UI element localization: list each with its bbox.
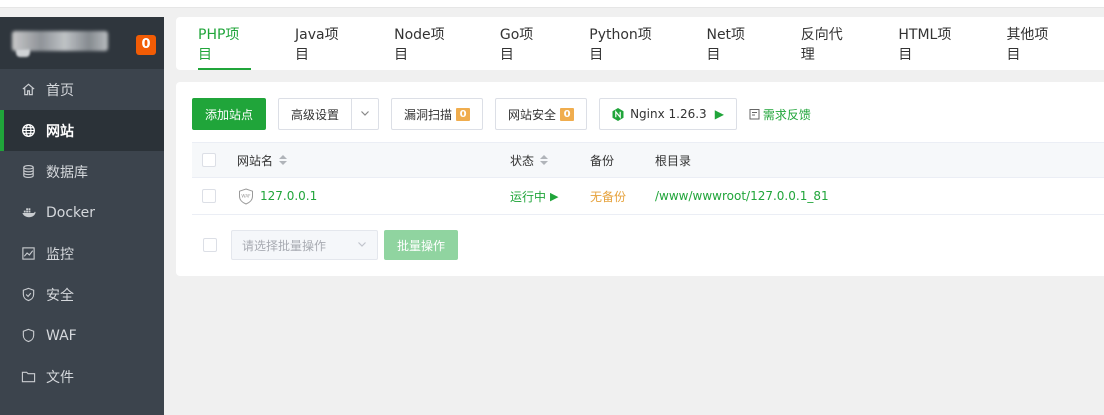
header-backup: 备份 <box>590 143 614 177</box>
sidebar: 0 首页 网站 数据库 Docker 监控 安全 WAF 文件 <box>0 17 164 415</box>
sort-icon <box>279 155 288 165</box>
database-icon <box>20 164 36 180</box>
sidebar-item-home[interactable]: 首页 <box>0 69 164 110</box>
header-status[interactable]: 状态 <box>510 143 549 177</box>
batch-operation-select[interactable]: 请选择批量操作 <box>231 230 378 260</box>
globe-icon <box>20 123 36 139</box>
logo-blurred <box>16 49 30 57</box>
browser-top-strip <box>0 0 1104 8</box>
tab-node[interactable]: Node项目 <box>394 17 456 70</box>
sort-icon <box>540 155 549 165</box>
tab-php[interactable]: PHP项目 <box>198 17 252 70</box>
edit-note-icon <box>749 109 760 120</box>
header-backup-label: 备份 <box>590 153 615 168</box>
site-root-cell: /www/wwwroot/127.0.0.1_81 <box>655 178 829 214</box>
add-site-button[interactable]: 添加站点 <box>192 98 267 130</box>
feedback-label: 需求反馈 <box>762 107 811 122</box>
site-root-link[interactable]: /www/wwwroot/127.0.0.1_81 <box>655 189 829 203</box>
batch-operation-button[interactable]: 批量操作 <box>384 230 459 260</box>
sidebar-item-docker[interactable]: Docker <box>0 192 164 233</box>
play-icon: ▶ <box>550 189 559 203</box>
notification-badge[interactable]: 0 <box>136 35 156 55</box>
table-header: 网站名 状态 备份 根目录 <box>192 142 1104 178</box>
docker-icon <box>20 205 36 221</box>
sidebar-item-label: WAF <box>46 327 77 344</box>
sidebar-item-label: 文件 <box>46 369 74 386</box>
tab-java[interactable]: Java项目 <box>295 17 350 70</box>
header-status-label: 状态 <box>510 153 535 168</box>
vuln-scan-label: 漏洞扫描 <box>404 107 453 122</box>
sidebar-item-monitor[interactable]: 监控 <box>0 233 164 274</box>
tab-html[interactable]: HTML项目 <box>898 17 962 70</box>
batch-select-placeholder: 请选择批量操作 <box>242 238 327 253</box>
project-type-tabs: PHP项目 Java项目 Node项目 Go项目 Python项目 Net项目 … <box>176 17 1104 70</box>
select-all-cell <box>202 143 216 177</box>
site-security-button[interactable]: 网站安全 0 <box>495 98 588 130</box>
toolbar: 添加站点 高级设置 漏洞扫描 0 网站安全 0 Nginx 1.26.3 ▶ 需… <box>192 98 811 130</box>
site-backup-cell: 无备份 <box>590 178 626 214</box>
monitor-icon <box>20 246 36 262</box>
row-checkbox[interactable] <box>202 189 216 203</box>
header-name[interactable]: 网站名 <box>237 143 288 177</box>
sidebar-item-database[interactable]: 数据库 <box>0 151 164 192</box>
site-security-label: 网站安全 <box>508 107 557 122</box>
sidebar-item-label: 网站 <box>46 123 74 140</box>
sidebar-item-label: Docker <box>46 204 96 221</box>
header-root-label: 根目录 <box>655 153 692 168</box>
sidebar-header: 0 <box>0 17 164 69</box>
svg-text:WAF: WAF <box>241 193 251 198</box>
site-name-cell: WAF 127.0.0.1 <box>238 178 317 214</box>
select-all-checkbox[interactable] <box>202 153 216 167</box>
nginx-service-button[interactable]: Nginx 1.26.3 ▶ <box>599 98 737 130</box>
chevron-down-icon <box>357 238 367 252</box>
advanced-settings-caret[interactable] <box>352 98 380 130</box>
advanced-settings-button[interactable]: 高级设置 <box>278 98 353 130</box>
site-list-panel: 添加站点 高级设置 漏洞扫描 0 网站安全 0 Nginx 1.26.3 ▶ 需… <box>176 82 1104 276</box>
waf-icon <box>20 328 36 344</box>
tab-net[interactable]: Net项目 <box>706 17 756 70</box>
tab-reverse-proxy[interactable]: 反向代理 <box>801 17 855 70</box>
header-name-label: 网站名 <box>237 153 274 168</box>
sidebar-item-label: 数据库 <box>46 164 88 181</box>
nginx-version: Nginx 1.26.3 <box>630 107 707 121</box>
nginx-icon <box>612 107 624 121</box>
row-select-cell <box>202 178 216 214</box>
server-name-blurred <box>12 31 108 51</box>
vuln-scan-count-badge: 0 <box>456 107 471 121</box>
header-root: 根目录 <box>655 143 691 177</box>
sidebar-item-security[interactable]: 安全 <box>0 274 164 315</box>
tab-python[interactable]: Python项目 <box>589 17 662 70</box>
batch-bar: 请选择批量操作 批量操作 <box>192 230 470 260</box>
waf-shield-icon[interactable]: WAF <box>238 187 254 205</box>
table-row: WAF 127.0.0.1 运行中 ▶ 无备份 /www/wwwroot/127… <box>192 178 1104 215</box>
advanced-settings-dropdown: 高级设置 <box>278 98 380 130</box>
site-table: 网站名 状态 备份 根目录 WAF 127.0.0.1 运行中 ▶ 无备份 /w… <box>192 142 1104 215</box>
tab-go[interactable]: Go项目 <box>500 17 545 70</box>
site-name-link[interactable]: 127.0.0.1 <box>260 189 317 203</box>
site-backup-link[interactable]: 无备份 <box>590 188 626 205</box>
vuln-scan-button[interactable]: 漏洞扫描 0 <box>391 98 484 130</box>
shield-icon <box>20 287 36 303</box>
sidebar-item-label: 监控 <box>46 246 74 263</box>
batch-select-checkbox[interactable] <box>203 238 217 252</box>
sidebar-item-website[interactable]: 网站 <box>0 110 164 151</box>
folder-icon <box>20 369 36 385</box>
feedback-link[interactable]: 需求反馈 <box>749 106 811 123</box>
tab-other[interactable]: 其他项目 <box>1006 17 1060 70</box>
sidebar-item-label: 首页 <box>46 82 74 99</box>
chevron-down-icon <box>360 107 370 121</box>
home-icon <box>20 82 36 98</box>
sidebar-item-label: 安全 <box>46 287 74 304</box>
play-icon: ▶ <box>714 107 724 121</box>
site-status-cell[interactable]: 运行中 ▶ <box>510 178 558 214</box>
sidebar-item-waf[interactable]: WAF <box>0 315 164 356</box>
site-security-count-badge: 0 <box>560 107 575 121</box>
site-status: 运行中 <box>510 189 547 204</box>
sidebar-item-files[interactable]: 文件 <box>0 356 164 397</box>
